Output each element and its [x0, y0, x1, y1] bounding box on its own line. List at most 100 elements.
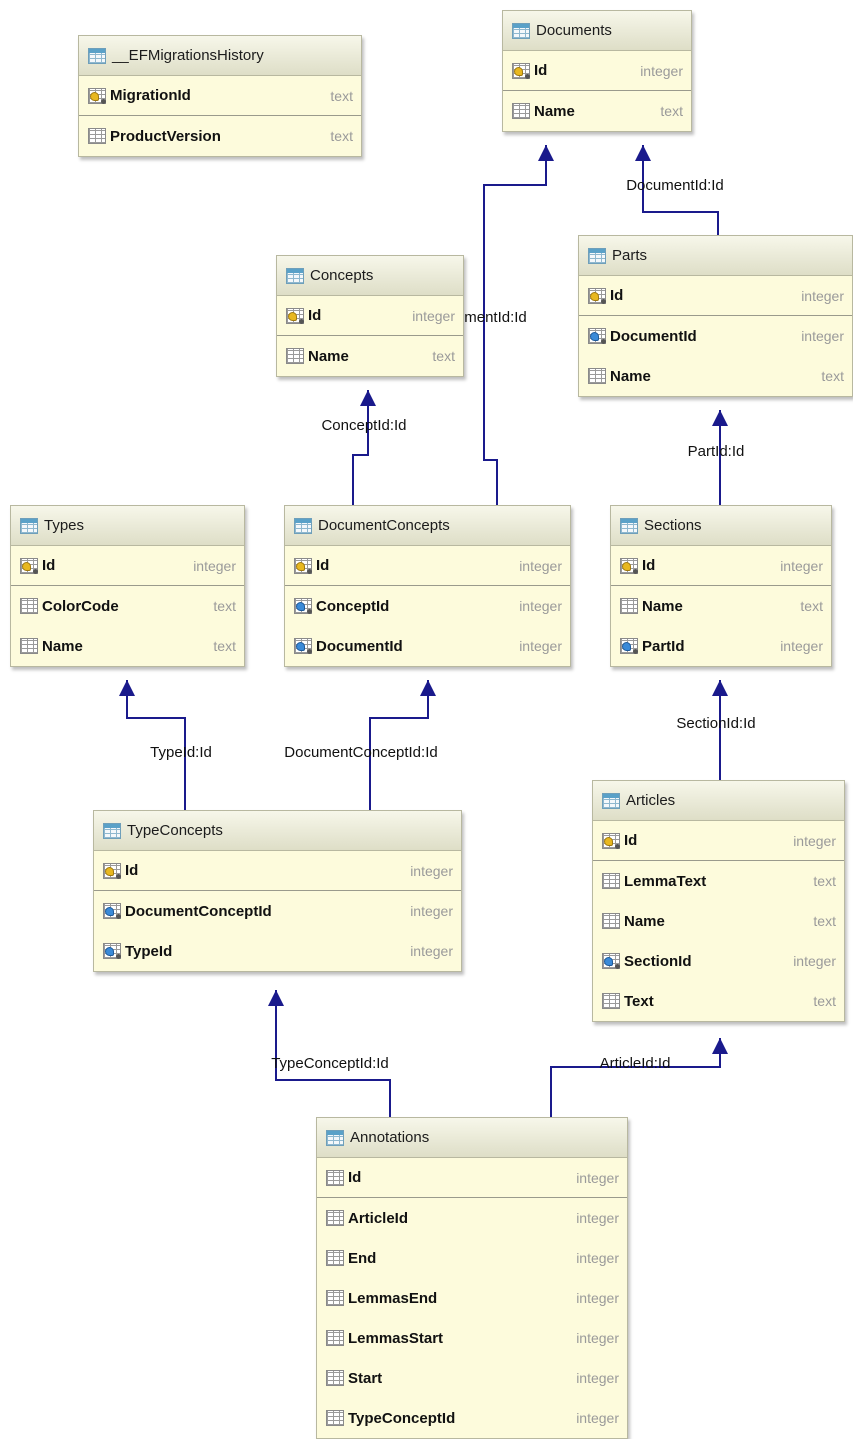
column-row[interactable]: Id integer	[277, 296, 463, 336]
column-icon	[602, 873, 620, 889]
column-row[interactable]: SectionId integer	[593, 941, 844, 981]
column-row[interactable]: Name text	[277, 336, 463, 376]
column-icon	[326, 1410, 344, 1426]
column-row[interactable]: LemmasEnd integer	[317, 1278, 627, 1318]
table-header[interactable]: __EFMigrationsHistory	[79, 36, 361, 76]
table-name: Sections	[644, 517, 702, 534]
table-types[interactable]: Types Id integer ColorCode text Name text	[10, 505, 245, 667]
table-header[interactable]: Types	[11, 506, 244, 546]
arrow-head-icon	[712, 680, 728, 696]
table-header[interactable]: DocumentConcepts	[285, 506, 570, 546]
relation-label: ConceptId:Id	[321, 417, 406, 434]
column-name: Id	[642, 557, 656, 574]
relation-line-docconcepts-concepts[interactable]	[352, 390, 369, 505]
column-type: integer	[780, 638, 823, 654]
primary-key-icon	[88, 87, 106, 104]
column-type: integer	[519, 557, 562, 574]
column-icon	[512, 103, 530, 119]
table-header[interactable]: Concepts	[277, 256, 463, 296]
table-annotations[interactable]: Annotations Id integer ArticleId integer End i…	[316, 1117, 628, 1439]
table-header[interactable]: Parts	[579, 236, 852, 276]
arrow-head-icon	[360, 390, 376, 406]
table-sections[interactable]: Sections Id integer Name text PartId integer	[610, 505, 832, 667]
foreign-key-icon	[588, 328, 606, 344]
column-icon	[602, 913, 620, 929]
column-row[interactable]: Name text	[11, 626, 244, 666]
primary-key-icon	[286, 307, 304, 324]
column-name: DocumentId	[610, 327, 697, 345]
column-row[interactable]: DocumentId integer	[579, 316, 852, 356]
column-icon	[326, 1290, 344, 1306]
column-type: text	[330, 87, 353, 104]
table-concepts[interactable]: Concepts Id integer Name text	[276, 255, 464, 377]
column-row[interactable]: PartId integer	[611, 626, 831, 666]
column-row[interactable]: Id integer	[11, 546, 244, 586]
column-row[interactable]: ArticleId integer	[317, 1198, 627, 1238]
column-row[interactable]: ProductVersion text	[79, 116, 361, 156]
column-row[interactable]: Name text	[579, 356, 852, 396]
table-header[interactable]: Documents	[503, 11, 691, 51]
table-header[interactable]: Articles	[593, 781, 844, 821]
column-name: Id	[316, 557, 330, 574]
column-type: text	[213, 598, 236, 614]
column-name: ArticleId	[348, 1209, 409, 1227]
column-row[interactable]: ConceptId integer	[285, 586, 570, 626]
table-efmig[interactable]: __EFMigrationsHistory MigrationId text Prod…	[78, 35, 362, 157]
relation-line-annotations-typeconcepts[interactable]	[275, 990, 391, 1117]
arrow-head-icon	[538, 145, 554, 161]
column-row[interactable]: Id integer	[285, 546, 570, 586]
foreign-key-icon	[602, 953, 620, 969]
arrow-head-icon	[712, 410, 728, 426]
relation-line-annotations-articles[interactable]	[550, 1038, 721, 1117]
column-row[interactable]: DocumentConceptId integer	[94, 891, 461, 931]
table-parts[interactable]: Parts Id integer DocumentId integer Name text	[578, 235, 853, 397]
column-row[interactable]: End integer	[317, 1238, 627, 1278]
table-header[interactable]: TypeConcepts	[94, 811, 461, 851]
column-name: DocumentConceptId	[125, 902, 272, 920]
relation-label: ArticleId:Id	[600, 1055, 671, 1072]
table-documents[interactable]: Documents Id integer Name text	[502, 10, 692, 132]
column-row[interactable]: Id integer	[579, 276, 852, 316]
table-icon	[588, 247, 606, 264]
column-type: text	[213, 638, 236, 654]
table-name: Articles	[626, 792, 676, 809]
table-header[interactable]: Sections	[611, 506, 831, 546]
column-type: integer	[640, 62, 683, 79]
column-row[interactable]: Name text	[593, 901, 844, 941]
column-type: integer	[576, 1370, 619, 1386]
table-docconcepts[interactable]: DocumentConcepts Id integer ConceptId intege…	[284, 505, 571, 667]
column-row[interactable]: Id integer	[503, 51, 691, 91]
column-name: TypeConceptId	[348, 1409, 456, 1427]
column-row[interactable]: DocumentId integer	[285, 626, 570, 666]
foreign-key-icon	[620, 638, 638, 654]
column-icon	[602, 993, 620, 1009]
table-icon	[103, 822, 121, 839]
column-row[interactable]: TypeId integer	[94, 931, 461, 971]
table-name: __EFMigrationsHistory	[112, 47, 264, 64]
table-typeconcepts[interactable]: TypeConcepts Id integer DocumentConceptId in…	[93, 810, 462, 972]
relation-label: TypeConceptId:Id	[271, 1055, 389, 1072]
column-row[interactable]: Id integer	[593, 821, 844, 861]
column-row[interactable]: ColorCode text	[11, 586, 244, 626]
table-articles[interactable]: Articles Id integer LemmaText text Name text Se…	[592, 780, 845, 1022]
column-name: LemmasStart	[348, 1329, 444, 1347]
relation-label: TypeId:Id	[150, 744, 212, 761]
table-header[interactable]: Annotations	[317, 1118, 627, 1158]
column-type: text	[813, 913, 836, 929]
column-row[interactable]: LemmaText text	[593, 861, 844, 901]
column-name: Name	[308, 347, 349, 365]
column-row[interactable]: Name text	[503, 91, 691, 131]
column-type: integer	[410, 862, 453, 879]
column-row[interactable]: TypeConceptId integer	[317, 1398, 627, 1438]
column-icon	[286, 348, 304, 364]
column-row[interactable]: Start integer	[317, 1358, 627, 1398]
column-row[interactable]: Id integer	[94, 851, 461, 891]
column-row[interactable]: Id integer	[317, 1158, 627, 1198]
column-row[interactable]: LemmasStart integer	[317, 1318, 627, 1358]
foreign-key-icon	[294, 638, 312, 654]
column-row[interactable]: MigrationId text	[79, 76, 361, 116]
primary-key-icon	[103, 862, 121, 879]
column-row[interactable]: Name text	[611, 586, 831, 626]
column-row[interactable]: Id integer	[611, 546, 831, 586]
column-row[interactable]: Text text	[593, 981, 844, 1021]
